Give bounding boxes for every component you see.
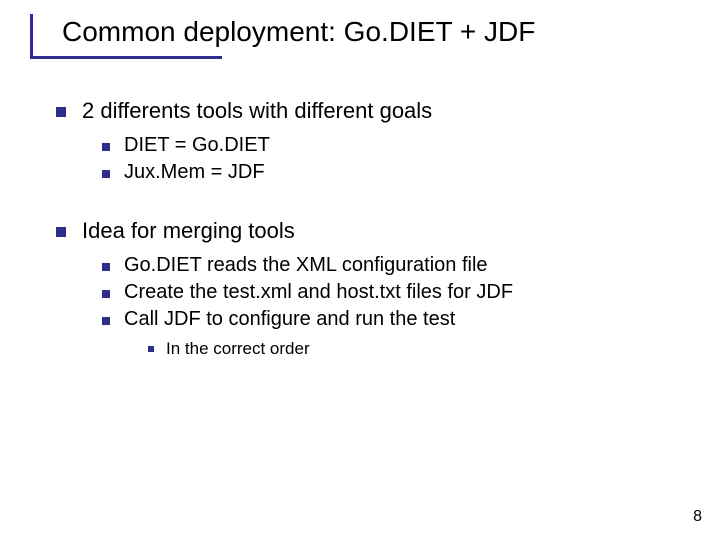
square-bullet-icon: [102, 170, 110, 178]
title-accent-vertical: [30, 14, 33, 59]
square-bullet-icon: [102, 263, 110, 271]
bullet-text: Go.DIET reads the XML configuration file: [124, 254, 488, 277]
bullet-text: In the correct order: [166, 339, 310, 359]
bullet-level2: Create the test.xml and host.txt files f…: [102, 281, 684, 304]
bullet-text: Create the test.xml and host.txt files f…: [124, 281, 513, 304]
square-bullet-icon: [56, 227, 66, 237]
bullet-level2: Jux.Mem = JDF: [102, 161, 684, 184]
square-bullet-icon: [102, 290, 110, 298]
bullet-level2: Go.DIET reads the XML configuration file: [102, 254, 684, 277]
bullet-text: Call JDF to configure and run the test: [124, 308, 455, 331]
square-bullet-icon: [102, 143, 110, 151]
bullet-level1: 2 differents tools with different goals: [56, 98, 684, 124]
square-bullet-icon: [56, 107, 66, 117]
slide-title: Common deployment: Go.DIET + JDF: [62, 16, 720, 48]
slide-body: 2 differents tools with different goals …: [0, 48, 720, 359]
bullet-text: Jux.Mem = JDF: [124, 161, 265, 184]
bullet-text: 2 differents tools with different goals: [82, 98, 432, 124]
bullet-text: Idea for merging tools: [82, 218, 295, 244]
bullet-level2: Call JDF to configure and run the test: [102, 308, 684, 331]
square-bullet-icon: [102, 317, 110, 325]
square-bullet-icon: [148, 346, 154, 352]
bullet-level3: In the correct order: [148, 339, 684, 359]
page-number: 8: [693, 508, 702, 526]
bullet-level2: DIET = Go.DIET: [102, 134, 684, 157]
bullet-text: DIET = Go.DIET: [124, 134, 270, 157]
bullet-level1: Idea for merging tools: [56, 218, 684, 244]
title-accent-horizontal: [30, 56, 222, 59]
